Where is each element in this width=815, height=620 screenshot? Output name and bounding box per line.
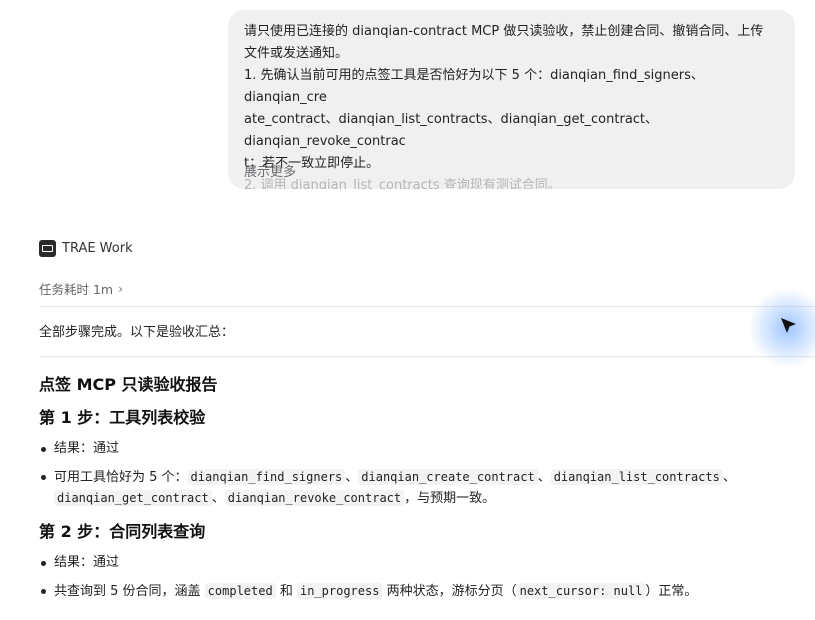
cursor-code: next_cursor: null [516, 583, 646, 599]
user-message-text: 请只使用已连接的 dianqian-contract MCP 做只读验收，禁止创… [244, 21, 777, 189]
task-elapsed-toggle[interactable]: 任务耗时 1m › [39, 279, 123, 298]
status-code: in_progress [296, 583, 383, 599]
tool-code: dianqian_get_contract [54, 490, 212, 506]
report: 点签 MCP 只读验收报告 第 1 步：工具列表校验 结果：通过 可用工具恰好为… [39, 372, 799, 602]
divider [39, 356, 815, 357]
tools-prefix: 可用工具恰好为 5 个： [54, 470, 188, 485]
list-item: 共查询到 5 份合同，涵盖 completed 和 in_progress 两种… [39, 581, 799, 602]
trae-logo-icon [39, 240, 56, 257]
separator: 、 [537, 470, 551, 485]
step1-list: 结果：通过 可用工具恰好为 5 个： dianqian_find_signers、… [39, 439, 799, 509]
message-line: ate_contract、dianqian_list_contracts、dia… [244, 112, 659, 149]
text-segment: 两种状态，游标分页（ [382, 584, 517, 599]
tool-code: dianqian_find_signers [187, 469, 346, 485]
divider [39, 306, 815, 307]
step2-list: 结果：通过 共查询到 5 份合同，涵盖 completed 和 in_progr… [39, 553, 799, 602]
text-segment: 共查询到 5 份合同，涵盖 [54, 584, 205, 599]
agent-name: TRAE Work [62, 241, 133, 256]
list-item: 结果：通过 [39, 439, 799, 459]
step1-heading: 第 1 步：工具列表校验 [39, 408, 206, 427]
message-line: t；若不一致立即停止。 [244, 156, 380, 171]
tool-code: dianqian_create_contract [358, 469, 538, 485]
tool-code: dianqian_list_contracts [550, 469, 723, 485]
agent-header: TRAE Work [39, 240, 133, 257]
user-message-bubble: 请只使用已连接的 dianqian-contract MCP 做只读验收，禁止创… [228, 10, 795, 189]
mouse-pointer-icon [781, 318, 796, 333]
chevron-right-icon: › [118, 281, 123, 296]
separator: 、 [345, 470, 359, 485]
separator: 、 [211, 491, 225, 506]
tools-suffix: ，与预期一致。 [404, 491, 496, 506]
message-line: 请只使用已连接的 dianqian-contract MCP 做只读验收，禁止创… [244, 24, 764, 39]
message-line: 文件或发送通知。 [244, 46, 349, 61]
step2-heading: 第 2 步：合同列表查询 [39, 522, 206, 541]
message-line: 1. 先确认当前可用的点签工具是否恰好为以下 5 个：dianqian_find… [244, 68, 704, 105]
report-title: 点签 MCP 只读验收报告 [39, 375, 218, 394]
tool-code: dianqian_revoke_contract [224, 490, 405, 506]
show-more-button[interactable]: 展示更多 [244, 161, 296, 180]
list-item: 结果：通过 [39, 553, 799, 573]
summary-text: 全部步骤完成。以下是验收汇总： [39, 325, 235, 340]
text-segment: 和 [275, 584, 297, 599]
status-code: completed [204, 583, 276, 599]
separator: 、 [722, 470, 736, 485]
message-line-faded: 2. 调用 dianqian_list_contracts 查询现有测试合同。 [244, 178, 561, 189]
elapsed-label: 任务耗时 1m [39, 282, 114, 297]
list-item: 可用工具恰好为 5 个： dianqian_find_signers、 dianqi… [39, 467, 799, 509]
text-segment: ）正常。 [645, 584, 698, 599]
